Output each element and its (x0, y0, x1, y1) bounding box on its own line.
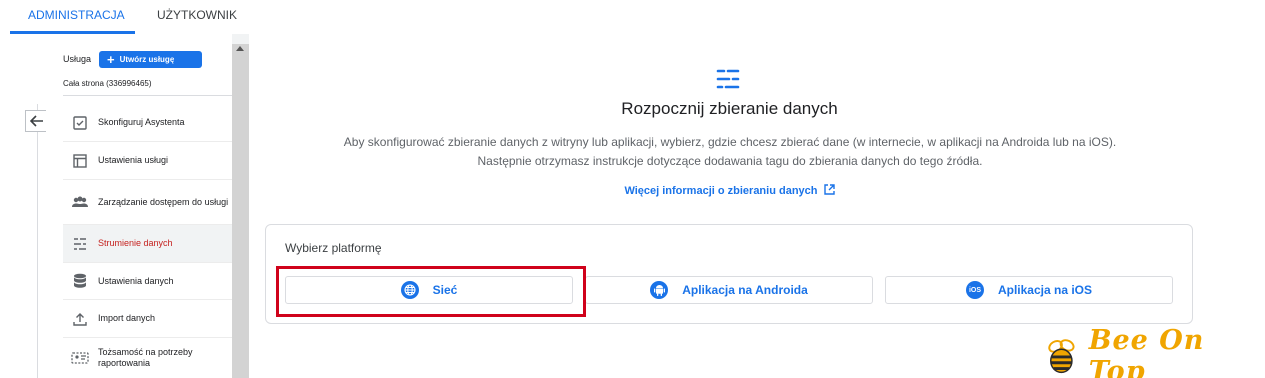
tab-administracja[interactable]: ADMINISTRACJA (28, 0, 125, 34)
web-highlight-frame (276, 266, 586, 317)
sidebar-item-label: Ustawienia danych (98, 275, 174, 286)
plus-icon: + (107, 51, 115, 67)
description-line-2: Następnie otrzymasz instrukcje dotyczące… (477, 154, 983, 168)
property-label: Usługa (63, 54, 92, 64)
sidebar-divider (63, 95, 232, 96)
sidebar-item-label: Ustawienia usługi (98, 155, 169, 165)
logo-text: Bee On Top (1088, 325, 1205, 378)
platform-ios-button[interactable]: iOS Aplikacja na iOS (885, 276, 1173, 304)
platform-android-label: Aplikacja na Androida (682, 283, 808, 297)
sidebar-item-property-settings[interactable]: Ustawienia usługi (63, 142, 232, 180)
sidebar-item-data-streams[interactable]: Strumienie danych (63, 225, 232, 263)
page-description: Aby skonfigurować zbieranie danych z wit… (310, 133, 1150, 171)
sidebar-item-data-import[interactable]: Import danych (63, 300, 232, 338)
sidebar-item-label: Import danych (98, 313, 156, 323)
sidebar-item-label: Zarządzanie dostępem do usługi (98, 196, 229, 207)
platform-android-button[interactable]: Aplikacja na Androida (585, 276, 873, 304)
identity-icon (70, 348, 90, 368)
platform-title: Wybierz platformę (285, 241, 382, 255)
rail-divider (37, 104, 38, 378)
sidebar-scrollbar[interactable] (232, 44, 249, 378)
bee-on-top-logo: Bee On Top (1044, 325, 1265, 378)
android-icon (650, 281, 669, 299)
page-title: Rozpocznij zbieranie danych (621, 99, 838, 118)
sidebar-item-access-management[interactable]: Zarządzanie dostępem do usługi (63, 180, 232, 225)
sidebar-item-label: Tożsamość na potrzeby raportowania (98, 347, 193, 368)
sidebar-item-label: Strumienie danych (98, 238, 173, 248)
database-icon (70, 271, 90, 291)
sidebar-item-label: Skonfiguruj Asystenta (98, 117, 185, 127)
create-property-label: Utwórz usługę (119, 55, 175, 64)
learn-more-link[interactable]: Więcej informacji o zbieraniu danych (249, 184, 1210, 197)
open-in-new-icon (823, 184, 835, 195)
checklist-icon (70, 113, 90, 133)
upload-icon (70, 309, 90, 329)
platform-ios-label: Aplikacja na iOS (997, 283, 1093, 297)
people-icon (70, 192, 90, 212)
learn-more-label: Więcej informacji o zbieraniu danych (624, 185, 818, 197)
description-line-1: Aby skonfigurować zbieranie danych z wit… (343, 135, 1117, 149)
data-collection-icon (716, 69, 740, 89)
arrow-left-icon (30, 115, 43, 127)
layout-icon (70, 151, 90, 171)
ios-icon: iOS (965, 281, 984, 299)
sidebar-item-reporting-identity[interactable]: Tożsamość na potrzeby raportowania (63, 338, 232, 378)
create-property-button[interactable]: + Utwórz usługę (99, 51, 202, 68)
sidebar-item-setup-assistant[interactable]: Skonfiguruj Asystenta (63, 104, 232, 142)
property-selector[interactable]: Cała strona (336996465) (63, 79, 152, 88)
left-rail (0, 34, 46, 378)
tab-uzytkownik[interactable]: UŻYTKOWNIK (157, 0, 237, 34)
top-tabs: ADMINISTRACJA UŻYTKOWNIK (0, 0, 1265, 34)
app-root: ADMINISTRACJA UŻYTKOWNIK Usługa + Utwórz… (0, 0, 1265, 378)
scroll-up-icon[interactable] (236, 46, 244, 51)
bee-icon (1048, 339, 1075, 374)
sidebar-item-data-settings[interactable]: Ustawienia danych (63, 263, 232, 300)
streams-icon (70, 234, 90, 254)
